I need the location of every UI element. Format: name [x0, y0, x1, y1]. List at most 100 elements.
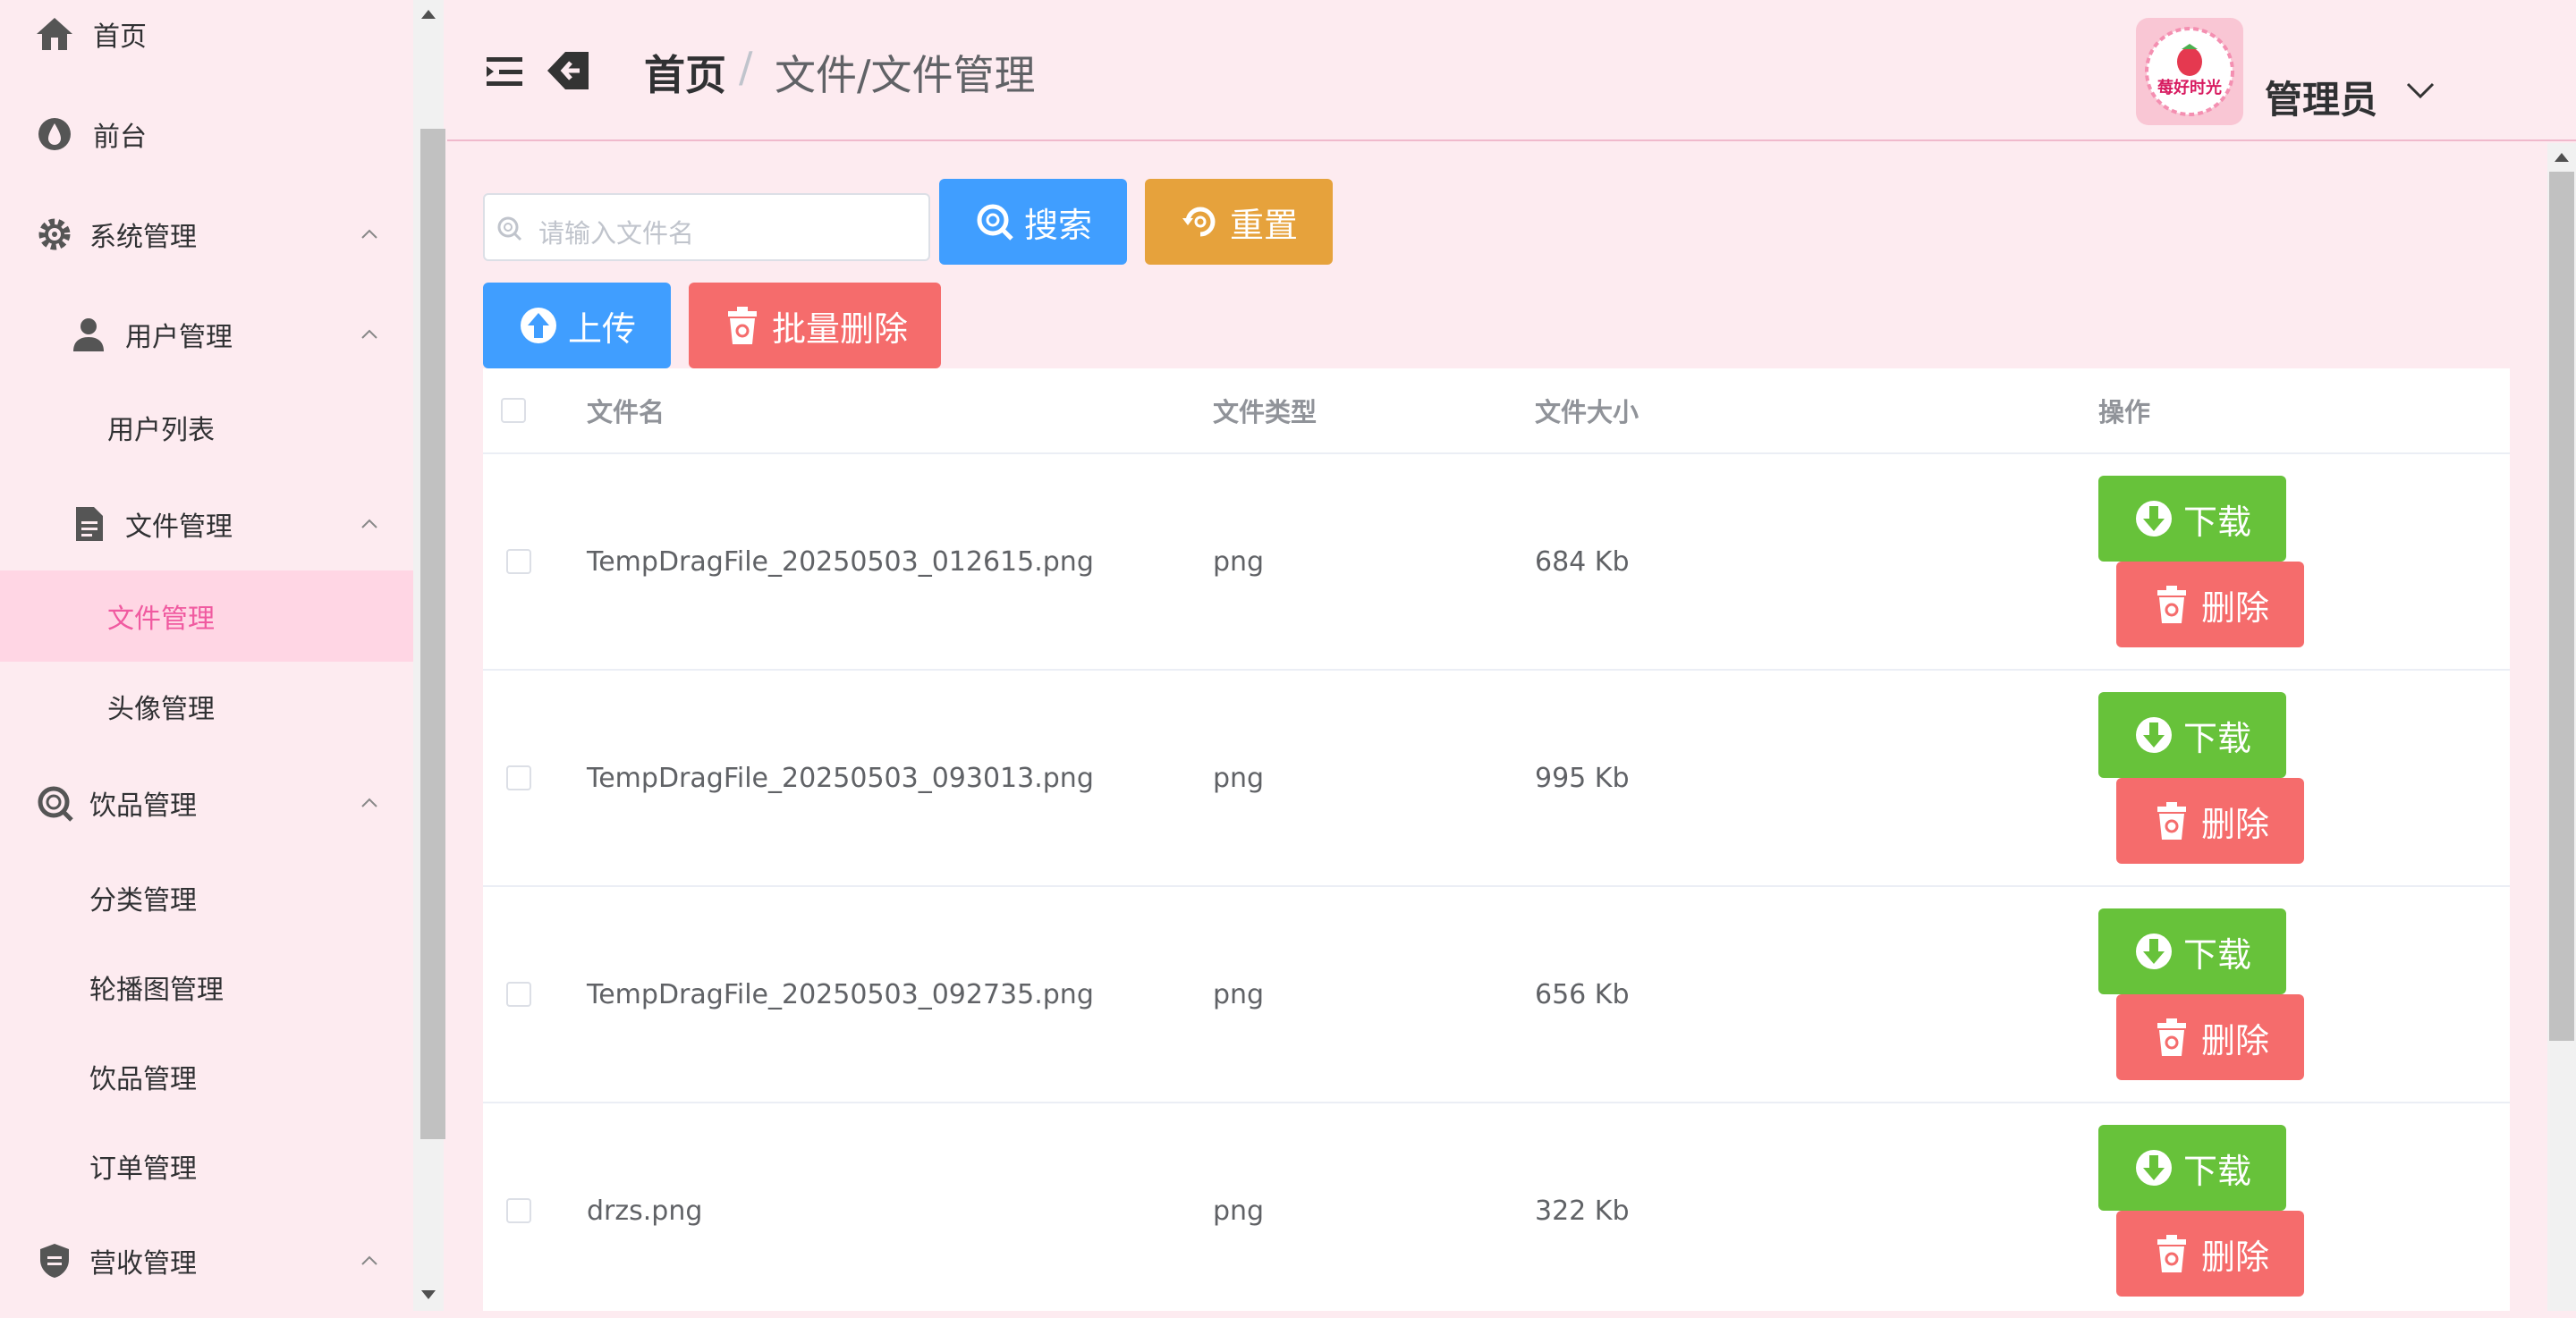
- delete-button[interactable]: 删除: [2116, 778, 2304, 864]
- sidebar-item-order-management[interactable]: 订单管理: [0, 1137, 413, 1195]
- search-icon: [34, 782, 75, 824]
- gear-icon: [34, 214, 75, 255]
- back-arrow-icon[interactable]: [544, 46, 592, 95]
- collapse-menu-icon[interactable]: [487, 55, 524, 88]
- sidebar-item-label: 文件管理: [125, 511, 233, 543]
- sidebar-item-category-management[interactable]: 分类管理: [0, 869, 413, 926]
- file-size: 656 Kb: [1535, 978, 1630, 1010]
- download-icon: [2133, 1147, 2174, 1188]
- trash-icon: [722, 305, 763, 346]
- file-table: 文件名 文件类型 文件大小 操作 TempDragFile_20250503_0…: [483, 368, 2510, 1311]
- row-checkbox[interactable]: [506, 1198, 531, 1223]
- chevron-down-icon[interactable]: [2406, 82, 2435, 102]
- sidebar-item-label: 分类管理: [89, 885, 197, 917]
- sidebar-item-label: 饮品管理: [89, 1064, 197, 1095]
- delete-button[interactable]: 删除: [2116, 1211, 2304, 1297]
- search-icon: [974, 201, 1015, 242]
- sidebar-item-drink-group[interactable]: 饮品管理: [0, 774, 413, 832]
- table-row: drzs.png png 322 Kb 下载 删除: [483, 1102, 2510, 1318]
- home-icon: [34, 13, 75, 55]
- sidebar-item-home[interactable]: 首页: [0, 5, 413, 63]
- delete-button-label: 删除: [2200, 1020, 2269, 1060]
- scroll-up-arrow-icon[interactable]: [2554, 152, 2570, 163]
- sidebar-item-label: 营收管理: [89, 1248, 197, 1280]
- download-button-label: 下载: [2182, 718, 2251, 758]
- sidebar: 首页 前台 系统管理 用户管理 用户列表 文件管理 文件管理 头像管理 饮品管理…: [0, 0, 420, 1311]
- file-size: 322 Kb: [1535, 1195, 1630, 1227]
- delete-button-label: 删除: [2200, 804, 2269, 844]
- logo-text: 莓好时光: [2157, 79, 2222, 97]
- reset-button[interactable]: 重置: [1145, 179, 1333, 265]
- search-input[interactable]: 请输入文件名: [483, 193, 930, 261]
- upload-icon: [518, 305, 559, 346]
- chevron-up-icon: [358, 323, 381, 346]
- batch-delete-button[interactable]: 批量删除: [689, 283, 941, 368]
- download-icon: [2133, 498, 2174, 539]
- scroll-up-arrow-icon[interactable]: [420, 9, 436, 20]
- chevron-up-icon: [358, 223, 381, 246]
- file-name: TempDragFile_20250503_012615.png: [587, 545, 1094, 578]
- table-row: TempDragFile_20250503_012615.png png 684…: [483, 452, 2510, 669]
- column-header-filename: 文件名: [587, 397, 665, 427]
- row-checkbox[interactable]: [506, 982, 531, 1007]
- download-button[interactable]: 下载: [2098, 1125, 2286, 1211]
- trash-icon: [2151, 800, 2192, 841]
- search-placeholder: 请输入文件名: [538, 218, 695, 249]
- chevron-up-icon: [358, 1249, 381, 1272]
- file-type: png: [1213, 762, 1265, 794]
- download-button[interactable]: 下载: [2098, 692, 2286, 778]
- search-icon: [496, 215, 522, 245]
- sidebar-item-drink-management[interactable]: 饮品管理: [0, 1048, 413, 1105]
- column-header-filetype: 文件类型: [1213, 397, 1318, 427]
- avatar[interactable]: 莓好时光: [2136, 18, 2243, 125]
- main-scrollbar-thumb[interactable]: [2549, 172, 2574, 1041]
- table-row: TempDragFile_20250503_093013.png png 995…: [483, 669, 2510, 885]
- sidebar-item-label: 前台: [93, 122, 147, 153]
- shield-icon: [34, 1240, 75, 1281]
- file-name: TempDragFile_20250503_092735.png: [587, 978, 1094, 1010]
- row-checkbox[interactable]: [506, 765, 531, 790]
- sidebar-item-label: 用户管理: [125, 322, 233, 353]
- reset-button-label: 重置: [1229, 205, 1298, 245]
- sidebar-item-frontend[interactable]: 前台: [0, 106, 413, 163]
- logo-image: [2145, 27, 2234, 116]
- file-type: png: [1213, 545, 1265, 578]
- delete-button[interactable]: 删除: [2116, 562, 2304, 647]
- breadcrumb-home[interactable]: 首页: [644, 43, 726, 102]
- download-button[interactable]: 下载: [2098, 476, 2286, 562]
- download-button-label: 下载: [2182, 502, 2251, 542]
- download-button[interactable]: 下载: [2098, 908, 2286, 994]
- select-all-checkbox[interactable]: [501, 398, 526, 423]
- top-header: 首页 / 文件/文件管理 莓好时光 管理员: [447, 0, 2576, 141]
- scroll-down-arrow-icon[interactable]: [420, 1289, 436, 1300]
- sidebar-scrollbar-thumb[interactable]: [420, 129, 445, 1139]
- row-checkbox[interactable]: [506, 549, 531, 574]
- search-button-label: 搜索: [1023, 205, 1092, 245]
- chevron-up-icon: [358, 512, 381, 536]
- file-size: 995 Kb: [1535, 762, 1630, 794]
- column-header-filesize: 文件大小: [1535, 397, 1640, 427]
- sidebar-item-file-management[interactable]: 文件管理: [0, 570, 413, 662]
- file-type: png: [1213, 978, 1265, 1010]
- table-row: TempDragFile_20250503_092735.png png 656…: [483, 885, 2510, 1102]
- sidebar-item-system[interactable]: 系统管理: [0, 206, 413, 263]
- download-button-label: 下载: [2182, 934, 2251, 975]
- sidebar-item-carousel-management[interactable]: 轮播图管理: [0, 959, 413, 1016]
- batch-delete-button-label: 批量删除: [771, 308, 908, 349]
- document-icon: [68, 503, 109, 545]
- main-content: 请输入文件名 搜索 重置 上传 批量删除 文件名 文件类型 文件大小 操作 Te…: [447, 143, 2522, 1311]
- column-header-actions: 操作: [2098, 397, 2151, 427]
- sidebar-item-label: 用户列表: [107, 415, 215, 446]
- breadcrumb-current: 文件/文件管理: [775, 51, 1036, 99]
- sidebar-item-avatar-management[interactable]: 头像管理: [0, 678, 413, 735]
- drop-icon: [34, 114, 75, 155]
- upload-button[interactable]: 上传: [483, 283, 671, 368]
- sidebar-item-file-group[interactable]: 文件管理: [0, 495, 413, 553]
- sidebar-item-user-list[interactable]: 用户列表: [0, 399, 413, 456]
- user-name[interactable]: 管理员: [2265, 70, 2377, 124]
- delete-button[interactable]: 删除: [2116, 994, 2304, 1080]
- sidebar-item-revenue[interactable]: 营收管理: [0, 1232, 413, 1289]
- sidebar-item-user-management[interactable]: 用户管理: [0, 306, 413, 363]
- delete-button-label: 删除: [2200, 587, 2269, 628]
- search-button[interactable]: 搜索: [939, 179, 1127, 265]
